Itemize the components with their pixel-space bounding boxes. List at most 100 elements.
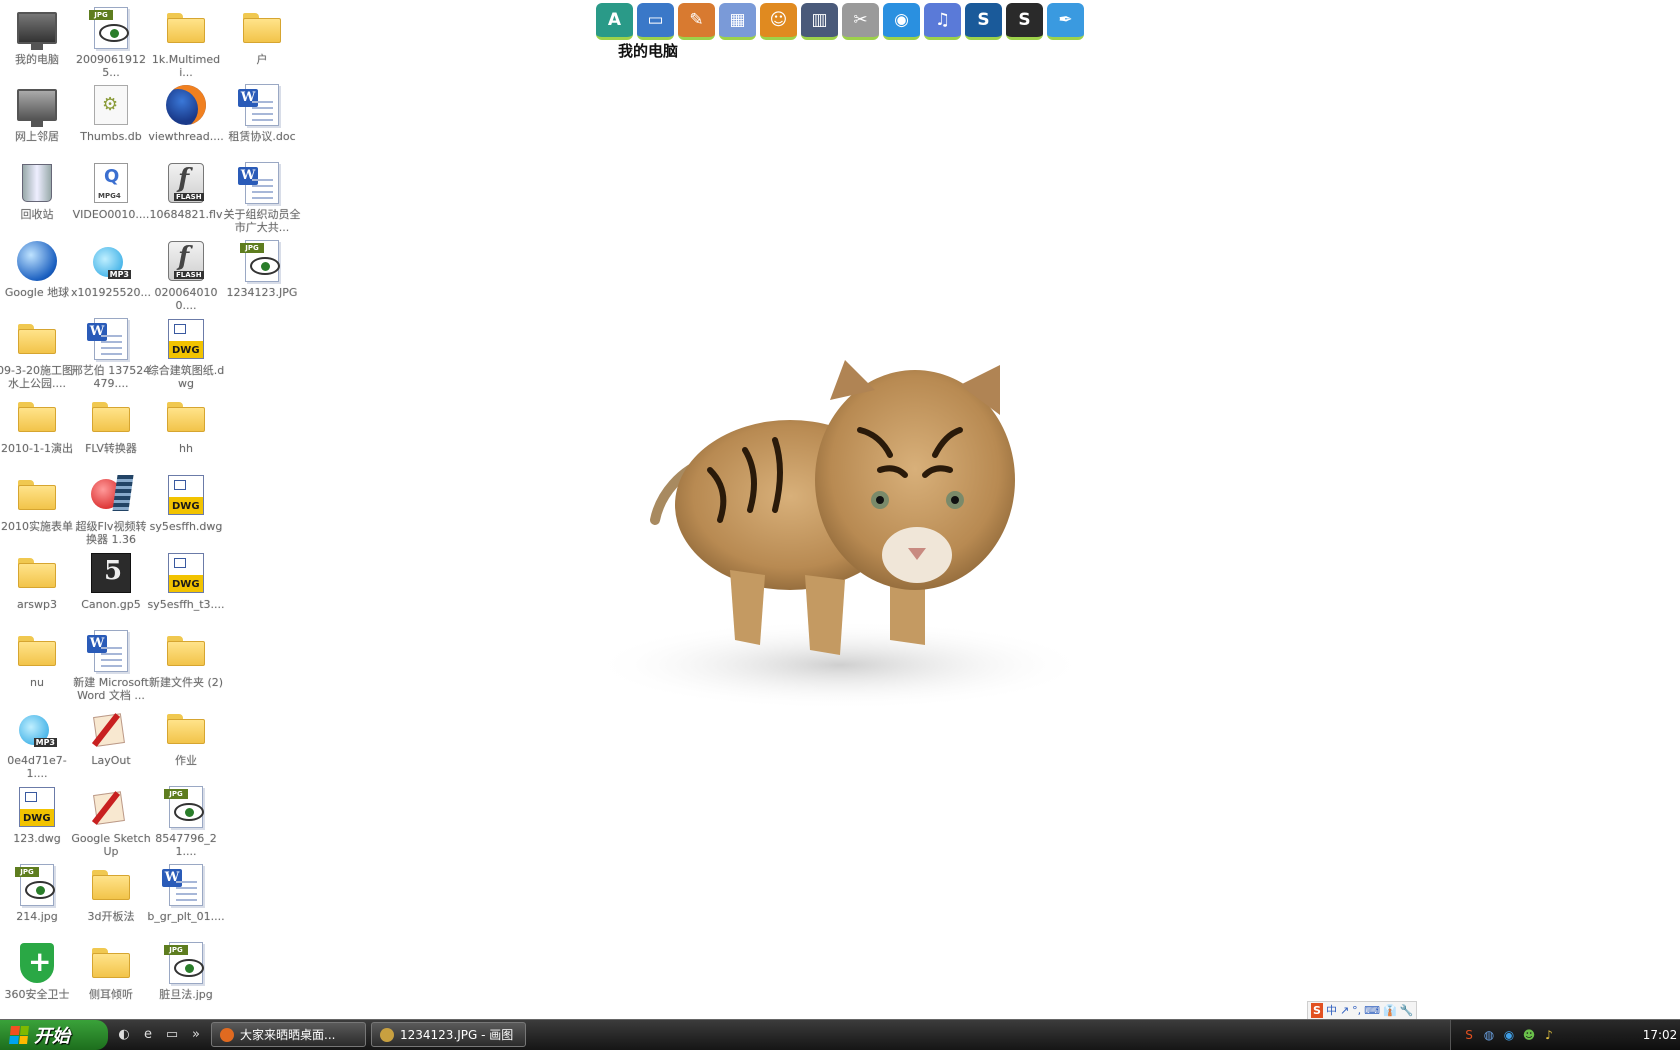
google-earth-icon — [13, 238, 61, 284]
mp3-audio-icon: MP3 — [13, 706, 61, 752]
ime-button[interactable]: 中 — [1326, 1003, 1337, 1018]
qq-tray-icon[interactable]: ◉ — [1501, 1027, 1517, 1043]
desktop-icon[interactable]: 09-3-20施工图-水上公园.... — [0, 316, 77, 392]
start-button[interactable]: 开始 — [0, 1020, 108, 1050]
desktop-icon[interactable]: 我的电脑 — [0, 5, 77, 81]
tools-icon[interactable]: ✂ — [842, 3, 879, 40]
volume-tray-icon[interactable]: ♪ — [1541, 1027, 1557, 1043]
ime-button[interactable]: ⌨ — [1364, 1003, 1380, 1018]
desktop-icon[interactable]: Thumbs.db — [71, 82, 151, 158]
show-desktop-icon[interactable]: ▭ — [163, 1025, 181, 1043]
media-player-icon[interactable]: ♫ — [924, 3, 961, 40]
desktop-icon-label: Canon.gp5 — [81, 598, 141, 611]
desktop-icon[interactable]: W 关于组织动员全市广大共... — [222, 160, 302, 236]
recycle-bin-icon — [13, 160, 61, 206]
desktop-icon[interactable]: MP3 0e4d71e7-1.... — [0, 706, 77, 782]
desktop-icon[interactable]: DWG 123.dwg — [0, 784, 77, 860]
paint-icon[interactable]: ✎ — [678, 3, 715, 40]
folder-icon — [13, 394, 61, 440]
desktop-icon[interactable]: arswp3 — [0, 550, 77, 626]
desktop-icon[interactable]: W 邢艺伯 137524479.... — [71, 316, 151, 392]
qq-penguin-icon[interactable]: ◉ — [883, 3, 920, 40]
ime-button[interactable]: 🔧 — [1400, 1003, 1414, 1018]
dwg-file-icon: DWG — [13, 784, 61, 830]
desktop-icon[interactable]: 回收站 — [0, 160, 77, 236]
desktop-icon-label: 1k.Multimedi... — [151, 53, 221, 79]
word-doc-icon: W — [238, 82, 286, 128]
desktop-icon-label: 综合建筑图纸.dwg — [147, 364, 225, 390]
flash-video-icon: FLASH — [162, 160, 210, 206]
word-doc-icon: W — [162, 862, 210, 908]
desktop-icon[interactable]: 新建文件夹 (2) — [146, 628, 226, 704]
wallpaper-tiger-image — [590, 360, 1090, 710]
calculator-icon[interactable]: ▦ — [719, 3, 756, 40]
dwg-file-icon: DWG — [162, 316, 210, 362]
desktop-icon[interactable]: 超级Flv视频转换器 1.36 — [71, 472, 151, 548]
flash-video-icon: FLASH — [162, 238, 210, 284]
qq-game-icon[interactable]: ☺ — [760, 3, 797, 40]
taskbar-button[interactable]: 大家来晒晒桌面... — [211, 1022, 366, 1047]
desktop-icon[interactable]: JPG 8547796_21.... — [146, 784, 226, 860]
desktop-icon[interactable]: DWG sy5esffh_t3.... — [146, 550, 226, 626]
desktop-icon[interactable]: nu — [0, 628, 77, 704]
desktop-icon[interactable]: W 租赁协议.doc — [222, 82, 302, 158]
3dsmax-icon[interactable]: S — [965, 3, 1002, 40]
desktop-icon-label: 回收站 — [20, 208, 54, 221]
3dsmax-old-icon[interactable]: S — [1006, 3, 1043, 40]
desktop-icon[interactable]: FLASH0200640100.... — [146, 238, 226, 314]
ie-icon[interactable]: e — [139, 1025, 157, 1043]
desktop-icon[interactable]: JPG 214.jpg — [0, 862, 77, 938]
desktop-icon[interactable]: FLASH 10684821.flv — [146, 160, 226, 236]
desktop-icon[interactable]: 侧耳倾听 — [71, 940, 151, 1016]
desktop-icon[interactable]: JPG 20090619125... — [71, 5, 151, 81]
desktop-icon[interactable]: Wb_gr_plt_01.... — [146, 862, 226, 938]
desktop-icon[interactable]: DWG sy5esffh.dwg — [146, 472, 226, 548]
desktop-icon[interactable]: MP3 x101925520... — [71, 238, 151, 314]
my-computer-icon[interactable]: ▭ — [637, 3, 674, 40]
security-shield-icon — [13, 940, 61, 986]
network-icon — [13, 82, 61, 128]
network-tray-icon[interactable]: ◍ — [1481, 1027, 1497, 1043]
desktop-icon[interactable]: 户 — [222, 5, 302, 81]
taskbar-button[interactable]: 1234123.JPG - 画图 — [371, 1022, 526, 1047]
ime-button[interactable]: °, — [1352, 1003, 1361, 1018]
desktop-icon-label: sy5esffh.dwg — [149, 520, 223, 533]
sogou-tray-icon[interactable]: S — [1461, 1027, 1477, 1043]
desktop-icon[interactable]: 360安全卫士 — [0, 940, 77, 1016]
feather-pen-icon[interactable]: ✒ — [1047, 3, 1084, 40]
desktop-icon[interactable]: 作业 — [146, 706, 226, 782]
more-chevron-icon[interactable]: » — [187, 1025, 205, 1043]
msn-tray-icon[interactable]: ☻ — [1521, 1027, 1537, 1043]
desktop-icon[interactable]: JPG 脏旦法.jpg — [146, 940, 226, 1016]
desktop-icon[interactable]: MPG4 VIDEO0010.... — [71, 160, 151, 236]
desktop-icon[interactable]: Google SketchUp — [71, 784, 151, 860]
desktop-icon[interactable]: FLV转换器 — [71, 394, 151, 470]
ime-toolbar[interactable]: S 中 ↗ °, ⌨ 👔 🔧 — [1307, 1001, 1418, 1020]
desktop-icon[interactable]: 网上邻居 — [0, 82, 77, 158]
taskbar-quick-launch: ◐ e ▭ » — [115, 1025, 205, 1043]
desktop-icon[interactable]: Canon.gp5 — [71, 550, 151, 626]
desktop-icon[interactable]: W 新建 Microsoft Word 文档 ... — [71, 628, 151, 704]
desktop-icon[interactable]: Google 地球 — [0, 238, 77, 314]
desktop-icon-label: LayOut — [91, 754, 131, 767]
autocad-a-icon[interactable]: A — [596, 3, 633, 40]
video-converter-icon — [87, 472, 135, 518]
desktop-icon[interactable]: DWG 综合建筑图纸.dwg — [146, 316, 226, 392]
desktop-icon[interactable]: hh — [146, 394, 226, 470]
ime-button[interactable]: S — [1311, 1003, 1323, 1018]
firefox-html-icon — [162, 82, 210, 128]
desktop-icon[interactable]: 3d开板法 — [71, 862, 151, 938]
desktop-icon[interactable]: 2010实施表单 — [0, 472, 77, 548]
desktop-icon[interactable]: viewthread.... — [146, 82, 226, 158]
desktop-icon-label: Google 地球 — [4, 286, 70, 299]
jpg-image-icon: JPG — [238, 238, 286, 284]
firefox-icon[interactable]: ◐ — [115, 1025, 133, 1043]
desktop-icon[interactable]: LayOut — [71, 706, 151, 782]
folder-icon — [162, 5, 210, 51]
desktop-icon[interactable]: 2010-1-1演出 — [0, 394, 77, 470]
desktop-icon[interactable]: 1k.Multimedi... — [146, 5, 226, 81]
desktop-icon[interactable]: JPG 1234123.JPG — [222, 238, 302, 314]
ime-button[interactable]: ↗ — [1340, 1003, 1349, 1018]
ime-button[interactable]: 👔 — [1383, 1003, 1397, 1018]
books-icon[interactable]: ▥ — [801, 3, 838, 40]
